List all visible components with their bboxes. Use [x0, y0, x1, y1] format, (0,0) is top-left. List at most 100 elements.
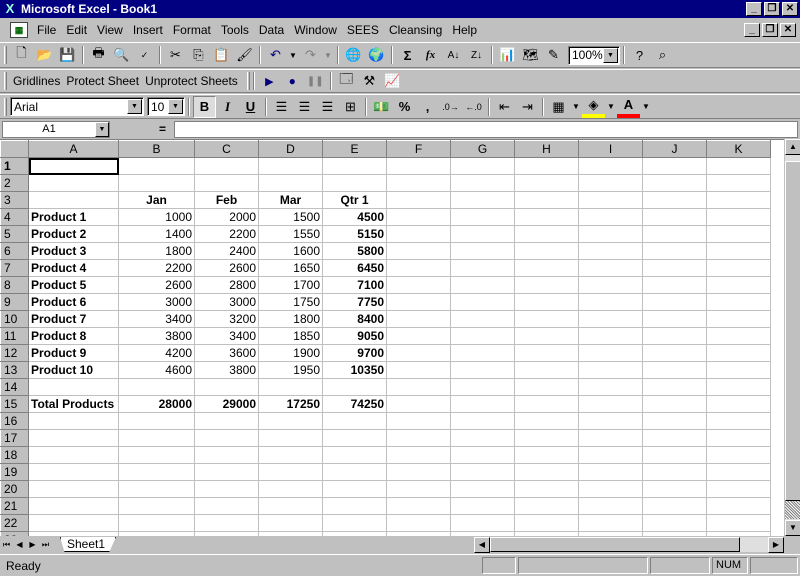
cell[interactable]: [578, 208, 643, 226]
cell[interactable]: [258, 463, 323, 481]
increase-indent-icon[interactable]: ⇥: [516, 96, 539, 118]
paste-icon[interactable]: 📋: [210, 44, 233, 66]
cell[interactable]: [322, 378, 387, 396]
cell[interactable]: [322, 497, 387, 515]
cell[interactable]: [28, 429, 119, 447]
cell[interactable]: 3000: [118, 293, 195, 311]
row-header[interactable]: 8: [0, 276, 29, 294]
cell[interactable]: 3600: [194, 344, 259, 362]
cell[interactable]: Feb: [194, 191, 259, 209]
cell[interactable]: [514, 497, 579, 515]
chevron-down-icon[interactable]: ▼: [168, 99, 183, 114]
autosum-icon[interactable]: Σ: [396, 44, 419, 66]
cell[interactable]: Product 10: [28, 361, 119, 379]
cell[interactable]: 7750: [322, 293, 387, 311]
cell[interactable]: 10350: [322, 361, 387, 379]
web-toolbar-icon[interactable]: 🌍: [365, 44, 388, 66]
name-box[interactable]: A1 ▼: [2, 120, 110, 138]
cell[interactable]: 3200: [194, 310, 259, 328]
cell[interactable]: [706, 446, 771, 464]
cell[interactable]: [578, 242, 643, 260]
row-header[interactable]: 10: [0, 310, 29, 328]
cell[interactable]: Total Products: [28, 395, 119, 413]
cell[interactable]: [642, 395, 707, 413]
save-icon[interactable]: 💾: [56, 44, 79, 66]
horizontal-scrollbar[interactable]: ◀ ▶: [474, 537, 784, 553]
row-header[interactable]: 21: [0, 497, 29, 515]
row-header[interactable]: 18: [0, 446, 29, 464]
cell[interactable]: [514, 310, 579, 328]
font-color-dropdown-icon[interactable]: ▼: [640, 96, 652, 118]
cell[interactable]: [258, 429, 323, 447]
cell[interactable]: [706, 259, 771, 277]
cell[interactable]: [386, 344, 451, 362]
cell[interactable]: [450, 412, 515, 430]
cell[interactable]: [322, 174, 387, 192]
spelling-icon[interactable]: ✓: [133, 44, 156, 66]
row-header[interactable]: 16: [0, 412, 29, 430]
cell[interactable]: [706, 276, 771, 294]
cell[interactable]: [514, 412, 579, 430]
cell[interactable]: [386, 242, 451, 260]
undo-dropdown-icon[interactable]: ▼: [287, 44, 299, 66]
cell[interactable]: [578, 395, 643, 413]
borders-dropdown-icon[interactable]: ▼: [570, 96, 582, 118]
cell[interactable]: 1650: [258, 259, 323, 277]
cell[interactable]: Mar: [258, 191, 323, 209]
cell[interactable]: 1750: [258, 293, 323, 311]
cell[interactable]: [258, 157, 323, 175]
cell[interactable]: [28, 480, 119, 498]
cell[interactable]: [706, 514, 771, 532]
close-button[interactable]: ✕: [782, 2, 798, 16]
column-header[interactable]: G: [450, 140, 515, 158]
cell[interactable]: [450, 361, 515, 379]
office-assistant-icon[interactable]: ?: [628, 44, 651, 66]
cell[interactable]: [642, 497, 707, 515]
cell[interactable]: 3800: [118, 327, 195, 345]
worksheet-grid[interactable]: ABCDEFGHIJK 1 2 3 Jan Feb Mar Qtr 1 4 Product 11…: [0, 139, 784, 536]
cell[interactable]: [706, 480, 771, 498]
cell[interactable]: [642, 242, 707, 260]
cell[interactable]: [28, 157, 119, 175]
cell[interactable]: [578, 463, 643, 481]
currency-icon[interactable]: 💵: [370, 96, 393, 118]
cell[interactable]: [514, 293, 579, 311]
unprotect-sheets-button[interactable]: Unprotect Sheets: [142, 74, 241, 88]
scroll-up-icon[interactable]: ▲: [785, 139, 800, 155]
chevron-down-icon[interactable]: ▼: [127, 99, 142, 114]
cell[interactable]: [578, 310, 643, 328]
cell[interactable]: [28, 412, 119, 430]
cell[interactable]: [514, 276, 579, 294]
cell[interactable]: [578, 157, 643, 175]
cell[interactable]: [386, 463, 451, 481]
sort-ascending-icon[interactable]: A↓: [442, 44, 465, 66]
cell[interactable]: [642, 429, 707, 447]
align-left-icon[interactable]: ☰: [270, 96, 293, 118]
column-header[interactable]: F: [386, 140, 451, 158]
cell[interactable]: [450, 327, 515, 345]
hyperlink-icon[interactable]: 🌐: [342, 44, 365, 66]
cell[interactable]: [386, 429, 451, 447]
copy-icon[interactable]: ⎘: [187, 44, 210, 66]
cell[interactable]: [450, 208, 515, 226]
column-header[interactable]: J: [642, 140, 707, 158]
restore-button[interactable]: ❐: [764, 2, 780, 16]
cell[interactable]: [118, 514, 195, 532]
cell[interactable]: [118, 429, 195, 447]
cell[interactable]: [578, 174, 643, 192]
cell[interactable]: [514, 174, 579, 192]
menu-tools[interactable]: Tools: [216, 21, 254, 39]
cell[interactable]: [450, 191, 515, 209]
row-header[interactable]: 13: [0, 361, 29, 379]
cell[interactable]: [642, 157, 707, 175]
cell[interactable]: [578, 327, 643, 345]
cell[interactable]: [322, 446, 387, 464]
cell[interactable]: 2200: [194, 225, 259, 243]
cell[interactable]: [450, 446, 515, 464]
cell[interactable]: [258, 497, 323, 515]
cell[interactable]: [194, 174, 259, 192]
cell[interactable]: [386, 208, 451, 226]
open-icon[interactable]: 📂: [33, 44, 56, 66]
cell[interactable]: [322, 429, 387, 447]
cell[interactable]: Jan: [118, 191, 195, 209]
